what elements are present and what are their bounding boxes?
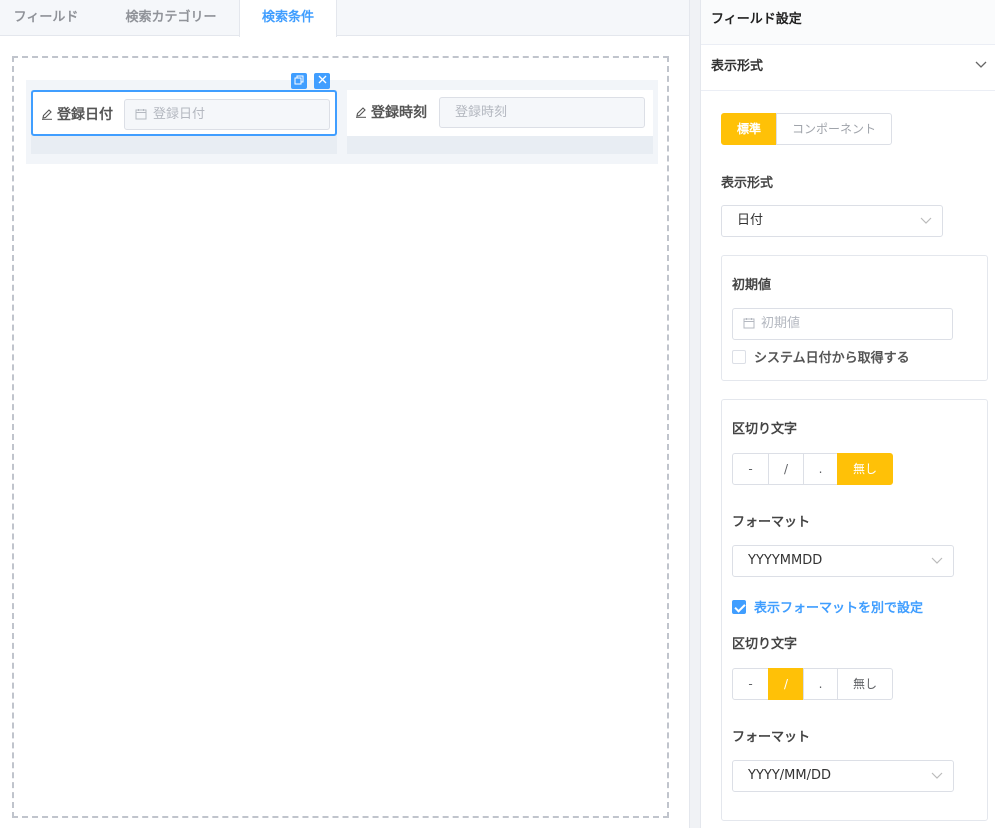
format-label: フォーマット [732,515,811,530]
display-format-value-2: YYYY/MM/DD [748,768,831,783]
display-separator-toggle: - / . 無し [732,668,893,700]
layout-editor: フィールド 検索カテゴリー 検索条件 登録日付 登録日付 登録時刻 登録時刻 [0,0,689,828]
separator-hyphen-button[interactable]: - [732,453,769,485]
checkbox-box[interactable] [732,600,746,614]
display-format-label-2: フォーマット [732,730,811,745]
display-format-label: 表示形式 [721,176,774,191]
display-format-collapse[interactable]: 表示形式 [701,45,995,91]
time-input-placeholder: 登録時刻 [455,105,508,120]
tab-fields[interactable]: フィールド [0,0,92,36]
panel-title: フィールド設定 [701,0,995,45]
field-register-time[interactable]: 登録時刻 登録時刻 [347,90,653,136]
initial-value-label: 初期値 [732,278,772,293]
system-date-label: システム日付から取得する [754,351,910,366]
mode-component-button[interactable]: コンポーネント [776,113,892,145]
chevron-down-icon [931,557,943,564]
field-row: 登録日付 登録日付 登録時刻 登録時刻 [26,73,658,164]
field-settings-panel: フィールド設定 表示形式 標準 コンポーネント 表示形式 日付 初期値 初期値 … [701,0,995,828]
display-format-value: 日付 [737,213,764,228]
initial-value-input[interactable]: 初期値 [732,308,953,340]
display-separator-label: 区切り文字 [732,637,798,652]
separate-display-label: 表示フォーマットを別で設定 [754,601,924,616]
format-value: YYYYMMDD [748,553,823,568]
tab-search-category[interactable]: 検索カテゴリー [106,0,236,36]
separator-label: 区切り文字 [732,422,798,437]
drop-canvas[interactable]: 登録日付 登録日付 登録時刻 登録時刻 [12,56,669,818]
time-input[interactable]: 登録時刻 [439,97,645,128]
edit-icon [356,107,366,118]
separator-none-button[interactable]: 無し [837,453,893,485]
separate-display-format-checkbox[interactable]: 表示フォーマットを別で設定 [732,600,923,616]
field-cell-register-date[interactable]: 登録日付 登録日付 [31,73,337,154]
app-root: フィールド 検索カテゴリー 検索条件 登録日付 登録日付 登録時刻 登録時刻 フ… [0,0,995,828]
tab-bar: フィールド 検索カテゴリー 検索条件 [0,0,689,37]
initial-value-section: 初期値 初期値 システム日付から取得する [721,255,988,381]
chevron-down-icon [920,217,932,224]
display-separator-hyphen-button[interactable]: - [732,668,769,700]
mode-standard-button[interactable]: 標準 [721,113,777,145]
display-separator-dot-button[interactable]: . [803,668,838,700]
field-cell-register-time[interactable]: 登録時刻 登録時刻 [347,90,653,154]
format-section: 区切り文字 - / . 無し フォーマット YYYYMMDD 表示フォーマットを… [721,399,988,821]
date-input-placeholder: 登録日付 [153,107,206,122]
format-select[interactable]: YYYYMMDD [732,545,954,577]
calendar-icon [135,109,147,120]
field-label: 登録時刻 [355,90,427,136]
separator-dot-button[interactable]: . [803,453,838,485]
separator-toggle: - / . 無し [732,453,893,485]
field-label-text: 登録日付 [57,107,113,123]
chevron-down-icon [975,61,987,68]
checkbox-box[interactable] [732,350,746,364]
display-format-select[interactable]: 日付 [721,205,943,237]
field-label: 登録日付 [41,92,113,138]
display-separator-slash-button[interactable]: / [768,668,804,700]
copy-icon [294,75,304,85]
date-input[interactable]: 登録日付 [124,99,330,130]
edit-icon [42,109,52,120]
chevron-down-icon [931,772,943,779]
mode-toggle: 標準 コンポーネント [721,113,892,145]
delete-field-button[interactable] [314,73,330,89]
display-separator-none-button[interactable]: 無し [837,668,893,700]
system-date-checkbox[interactable]: システム日付から取得する [732,350,910,366]
panel-splitter[interactable] [689,0,701,828]
initial-value-placeholder: 初期値 [761,316,801,331]
collapse-label: 表示形式 [711,59,764,74]
close-icon [318,75,326,84]
separator-slash-button[interactable]: / [768,453,804,485]
field-label-text: 登録時刻 [371,105,427,121]
calendar-icon [743,318,755,329]
tab-search-conditions[interactable]: 検索条件 [239,0,337,37]
display-format-select-2[interactable]: YYYY/MM/DD [732,760,954,792]
copy-field-button[interactable] [291,73,307,89]
field-register-date[interactable]: 登録日付 登録日付 [31,90,337,136]
